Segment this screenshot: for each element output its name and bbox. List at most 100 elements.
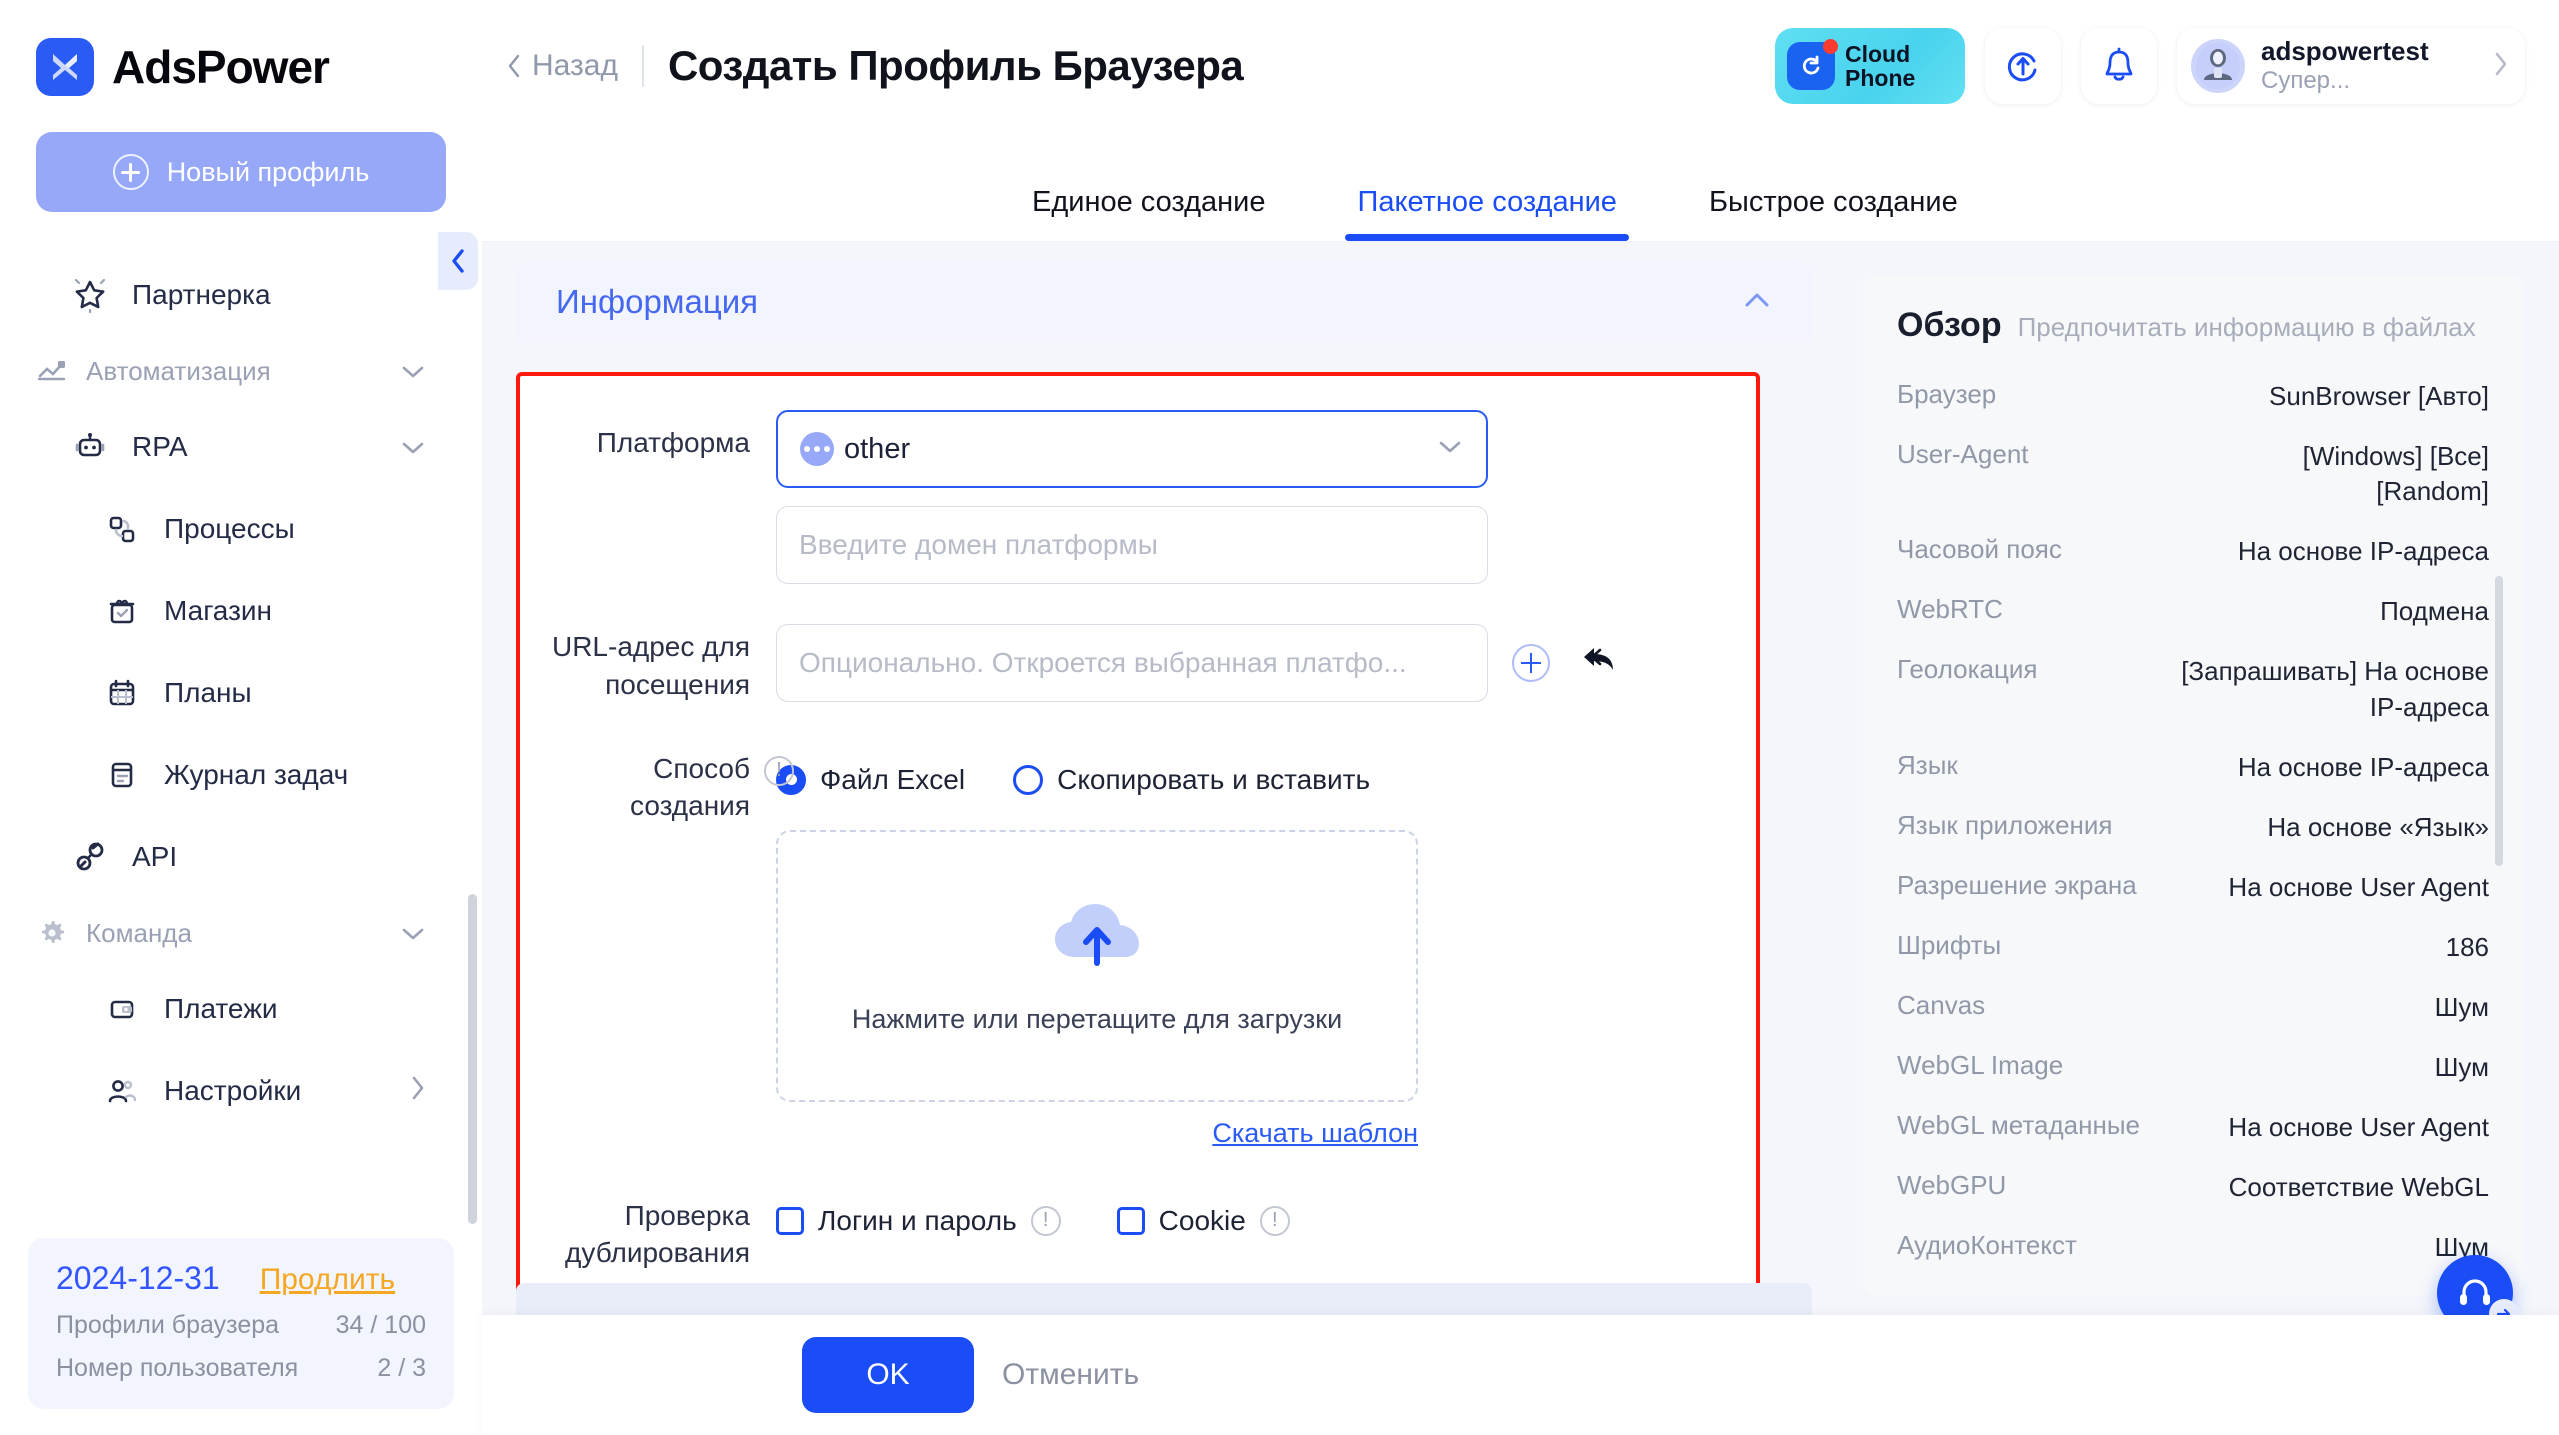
download-template-link[interactable]: Скачать шаблон xyxy=(1212,1118,1418,1148)
sidebar-item-label: Журнал задач xyxy=(164,759,349,790)
api-plug-icon xyxy=(70,837,110,877)
chevron-left-icon xyxy=(452,249,464,273)
tab-single-creation[interactable]: Единое создание xyxy=(1020,186,1277,241)
wallet-icon xyxy=(102,989,142,1029)
sidebar-item-plans[interactable]: Планы xyxy=(0,652,482,734)
brand: AdsPower xyxy=(0,0,482,96)
sidebar-collapse-toggle[interactable] xyxy=(438,232,478,290)
overview-row: User-Agent [Windows] [Все] [Random] xyxy=(1897,427,2489,522)
overview-row: Язык приложения На основе «Язык» xyxy=(1897,798,2489,858)
robot-icon xyxy=(70,427,110,467)
user-name: adspowertest xyxy=(2261,36,2429,67)
ok-button[interactable]: OK xyxy=(802,1337,974,1413)
sidebar-item-label: Процессы xyxy=(164,513,295,544)
platform-label: Платформа xyxy=(596,427,750,458)
overview-key: Разрешение экрана xyxy=(1897,869,2137,900)
tab-quick-creation[interactable]: Быстрое создание xyxy=(1697,186,1970,241)
sync-button[interactable] xyxy=(1985,28,2061,104)
creation-method-options: Файл Excel Скопировать и вставить xyxy=(776,746,1370,796)
back-button[interactable]: Назад xyxy=(506,49,618,83)
url-control xyxy=(776,624,1756,702)
overview-key: WebGL метаданные xyxy=(1897,1110,2140,1141)
cancel-button[interactable]: Отменить xyxy=(1002,1358,1139,1392)
platform-domain-input[interactable] xyxy=(776,506,1488,584)
plan-row: Номер пользователя 2 / 3 xyxy=(56,1354,426,1383)
file-upload-dropzone[interactable]: Нажмите или перетащите для загрузки xyxy=(776,829,1418,1102)
new-profile-label: Новый профиль xyxy=(166,156,370,187)
overview-row: Canvas Шум xyxy=(1897,978,2489,1038)
chevron-right-icon xyxy=(410,1075,426,1108)
radio-excel-file[interactable]: Файл Excel xyxy=(776,764,965,796)
form-row-duplicate-check: Проверка дублирования Логин и пароль ! C… xyxy=(520,1193,1756,1273)
chevron-down-icon[interactable] xyxy=(400,431,426,463)
radio-copy-paste[interactable]: Скопировать и вставить xyxy=(1013,764,1370,796)
duplicate-check-label: Проверка дублирования xyxy=(565,1199,750,1269)
new-profile-button[interactable]: Новый профиль xyxy=(36,132,446,212)
platform-selected-value: other xyxy=(844,432,911,465)
duplicate-check-control: Логин и пароль ! Cookie ! xyxy=(776,1193,1756,1237)
cloud-phone-icon xyxy=(1787,39,1838,90)
plus-circle-icon[interactable] xyxy=(1512,644,1550,682)
plan-expiry-date: 2024-12-31 xyxy=(56,1260,220,1296)
platform-select[interactable]: other xyxy=(776,410,1488,488)
divider xyxy=(641,45,644,87)
checkbox-cookie[interactable]: Cookie ! xyxy=(1116,1205,1290,1237)
footer-actions: OK Отменить xyxy=(482,1315,2559,1435)
sidebar-item-shop[interactable]: Магазин xyxy=(0,570,482,652)
sidebar-item-task-log[interactable]: Журнал задач xyxy=(0,734,482,816)
tab-batch-creation[interactable]: Пакетное создание xyxy=(1345,186,1630,241)
sidebar-group-team[interactable]: Команда xyxy=(0,898,482,968)
radio-label: Скопировать и вставить xyxy=(1057,763,1371,795)
sidebar-item-label: API xyxy=(132,841,178,872)
overview-value: Шум xyxy=(2434,1052,2489,1083)
renew-link[interactable]: Продлить xyxy=(260,1263,395,1297)
sidebar-group-automation[interactable]: Автоматизация xyxy=(0,336,482,406)
section-header-information[interactable]: Информация xyxy=(516,262,1812,342)
sidebar-item-partnerka[interactable]: Партнерка xyxy=(0,254,482,336)
sidebar-scrollbar[interactable] xyxy=(468,894,477,1224)
user-info: adspowertest Супер... xyxy=(2261,36,2429,94)
overview-value: На основе User Agent xyxy=(2228,871,2489,902)
chevron-right-icon xyxy=(2493,50,2509,83)
sidebar-item-processes[interactable]: Процессы xyxy=(0,488,482,570)
sidebar-item-rpa[interactable]: RPA xyxy=(0,406,482,488)
chevron-up-icon[interactable] xyxy=(1742,290,1772,315)
info-icon[interactable]: ! xyxy=(764,755,794,786)
platform-control: other xyxy=(776,410,1756,584)
overview-key: Язык приложения xyxy=(1897,809,2113,840)
overview-row: WebGL метаданные На основе User Agent xyxy=(1897,1098,2489,1158)
plan-row-value: 2 / 3 xyxy=(377,1354,426,1382)
cloud-phone-button[interactable]: Cloud Phone xyxy=(1775,28,1965,104)
plan-card: 2024-12-31 Продлить Профили браузера 34 … xyxy=(28,1238,454,1409)
user-menu[interactable]: adspowertest Супер... xyxy=(2177,28,2525,104)
automation-icon xyxy=(36,355,68,387)
plan-row: Профили браузера 34 / 100 xyxy=(56,1311,426,1340)
info-icon[interactable]: ! xyxy=(1259,1205,1290,1236)
notification-dot xyxy=(1823,39,1838,54)
undo-arrow-icon[interactable] xyxy=(1580,642,1618,681)
url-label: URL-адрес для посещения xyxy=(551,631,750,700)
checkbox-label: Логин и пароль xyxy=(818,1204,1017,1236)
sidebar-item-payments[interactable]: Платежи xyxy=(0,968,482,1050)
sidebar-item-label: Партнерка xyxy=(132,279,271,310)
overview-scrollbar[interactable] xyxy=(2495,576,2503,866)
content-wrapper: Информация Платформа other Введите домен… xyxy=(482,242,2559,1435)
overview-row: АудиоКонтекст Шум xyxy=(1897,1218,2489,1278)
sidebar-item-settings[interactable]: Настройки xyxy=(0,1050,482,1132)
upload-hint-text: Нажмите или перетащите для загрузки xyxy=(851,1003,1343,1034)
creation-method-label: Способ создания xyxy=(630,752,750,822)
star-icon xyxy=(70,275,110,315)
checkbox-login-password[interactable]: Логин и пароль ! xyxy=(776,1205,1061,1237)
back-label: Назад xyxy=(532,49,618,82)
info-icon[interactable]: ! xyxy=(1030,1205,1061,1236)
notifications-button[interactable] xyxy=(2081,28,2157,104)
chevron-left-icon xyxy=(508,54,520,78)
url-input[interactable] xyxy=(776,624,1488,702)
form-row-creation-method: Способ создания ! Файл Excel Скопировать… xyxy=(520,746,1756,1149)
form-row-platform: Платформа other xyxy=(520,410,1756,584)
users-icon xyxy=(102,1071,142,1111)
sync-icon xyxy=(2007,52,2037,82)
topbar: Назад Создать Профиль Браузера Cloud Pho… xyxy=(482,0,2559,132)
sidebar-item-api[interactable]: API xyxy=(0,816,482,898)
app-root: AdsPower Новый профиль Партнерка Автомат… xyxy=(0,0,2559,1435)
